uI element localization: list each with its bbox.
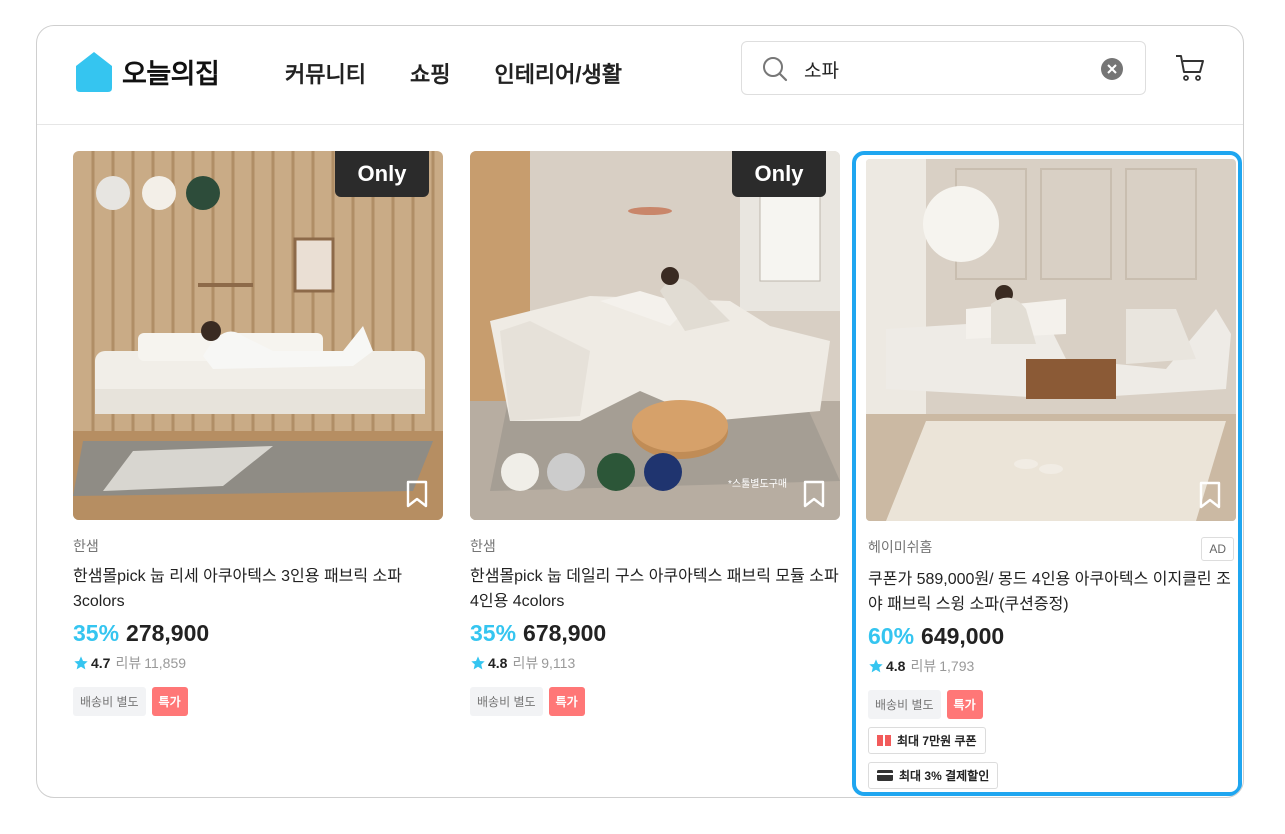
top-header: 오늘의집 커뮤니티 쇼핑 인테리어/생활 (37, 26, 1243, 125)
product-title[interactable]: 쿠폰가 589,000원/ 몽드 4인용 아쿠아텍스 이지클린 조야 패브릭 스… (868, 567, 1238, 617)
price-row: 35% 678,900 (470, 620, 840, 647)
only-badge: Only (335, 151, 429, 197)
rating-score: 4.8 (488, 655, 508, 671)
search-icon (763, 57, 788, 82)
payment-discount-text: 최대 3% 결제할인 (899, 769, 990, 783)
sofa-photo-3 (866, 159, 1236, 521)
app-frame: 오늘의집 커뮤니티 쇼핑 인테리어/생활 소파 Only 한샘 한샘몰pick … (36, 25, 1244, 798)
price: 649,000 (921, 623, 1005, 649)
image-caption: *스툴별도구매 (728, 478, 787, 490)
search-input[interactable] (802, 54, 1086, 84)
sofa-photo-1 (73, 151, 443, 520)
badge-row: 배송비 별도 특가 (73, 687, 443, 716)
only-badge: Only (732, 151, 826, 197)
badge-row: 배송비 별도 특가 (470, 687, 840, 716)
logo[interactable]: 오늘의집 (72, 48, 220, 94)
product-card[interactable]: Only 한샘 한샘몰pick 눕 리세 아쿠아텍스 3인용 패브릭 소파 3c… (73, 151, 443, 716)
bookmark-icon[interactable] (1198, 481, 1222, 509)
main-nav: 커뮤니티 쇼핑 인테리어/생활 (285, 57, 666, 89)
review-count: 9,113 (541, 655, 576, 671)
rating-score: 4.7 (91, 655, 111, 671)
nav-interior[interactable]: 인테리어/생활 (494, 57, 622, 89)
price: 678,900 (523, 620, 607, 646)
rating-row: 4.7 리뷰 11,859 (73, 653, 443, 673)
search-box[interactable] (741, 41, 1146, 95)
price: 278,900 (126, 620, 210, 646)
nav-shopping[interactable]: 쇼핑 (410, 57, 450, 89)
coupon-book-icon (877, 735, 891, 746)
review-count: 1,793 (939, 658, 975, 674)
coupon-text: 최대 7만원 쿠폰 (897, 734, 977, 748)
review-label: 리뷰 (512, 655, 539, 671)
badge-row: 배송비 별도 특가 (868, 690, 1238, 719)
star-icon (471, 656, 485, 670)
ad-product-info: 헤이미쉬홈 AD 쿠폰가 589,000원/ 몽드 4인용 아쿠아텍스 이지클린… (868, 537, 1238, 789)
star-icon (869, 659, 883, 673)
shipping-badge: 배송비 별도 (73, 687, 146, 716)
shipping-badge: 배송비 별도 (868, 690, 941, 719)
shipping-badge: 배송비 별도 (470, 687, 543, 716)
sale-badge: 특가 (151, 687, 188, 716)
sofa-photo-2: *스툴별도구매 (470, 151, 840, 520)
bookmark-icon[interactable] (802, 480, 826, 508)
brand-name[interactable]: 한샘 (470, 536, 840, 556)
card-icon (877, 770, 893, 781)
nav-community[interactable]: 커뮤니티 (285, 57, 366, 89)
review-count: 11,859 (144, 655, 187, 671)
rating-row: 4.8 리뷰 1,793 (868, 656, 1238, 676)
rating-row: 4.8 리뷰 9,113 (470, 653, 840, 673)
cart-icon[interactable] (1174, 52, 1206, 84)
price-row: 60% 649,000 (868, 623, 1238, 650)
ad-label[interactable]: AD (1201, 537, 1234, 561)
star-icon (74, 656, 88, 670)
brand-name[interactable]: 한샘 (73, 536, 443, 556)
sale-badge: 특가 (946, 690, 983, 719)
discount-rate: 35% (470, 620, 517, 646)
coupon-list: 최대 7만원 쿠폰 (868, 719, 1238, 754)
bookmark-icon[interactable] (405, 480, 429, 508)
house-logo-icon (76, 52, 112, 92)
payment-discount-list: 최대 3% 결제할인 (868, 754, 1238, 789)
product-image[interactable]: *스툴별도구매 Only (470, 151, 840, 520)
logo-text: 오늘의집 (122, 58, 220, 89)
ad-product-card[interactable]: 헤이미쉬홈 AD 쿠폰가 589,000원/ 몽드 4인용 아쿠아텍스 이지클린… (852, 151, 1242, 796)
product-image[interactable] (866, 159, 1236, 521)
review-label: 리뷰 (910, 658, 937, 674)
product-title[interactable]: 한샘몰pick 눕 데일리 구스 아쿠아텍스 패브릭 모듈 소파 4인용 4co… (470, 564, 840, 614)
rating-score: 4.8 (886, 658, 906, 674)
discount-rate: 60% (868, 623, 915, 649)
coupon-badge[interactable]: 최대 7만원 쿠폰 (868, 727, 986, 754)
clear-search-icon[interactable] (1100, 57, 1124, 81)
price-row: 35% 278,900 (73, 620, 443, 647)
sale-badge: 특가 (548, 687, 585, 716)
product-title[interactable]: 한샘몰pick 눕 리세 아쿠아텍스 3인용 패브릭 소파 3colors (73, 564, 443, 614)
payment-discount-badge[interactable]: 최대 3% 결제할인 (868, 762, 999, 789)
brand-name[interactable]: 헤이미쉬홈 (868, 537, 1238, 557)
product-card[interactable]: *스툴별도구매 Only 한샘 한샘몰pick 눕 데일리 구스 아쿠아텍스 패… (470, 151, 840, 716)
discount-rate: 35% (73, 620, 120, 646)
product-image[interactable]: Only (73, 151, 443, 520)
review-label: 리뷰 (115, 655, 142, 671)
